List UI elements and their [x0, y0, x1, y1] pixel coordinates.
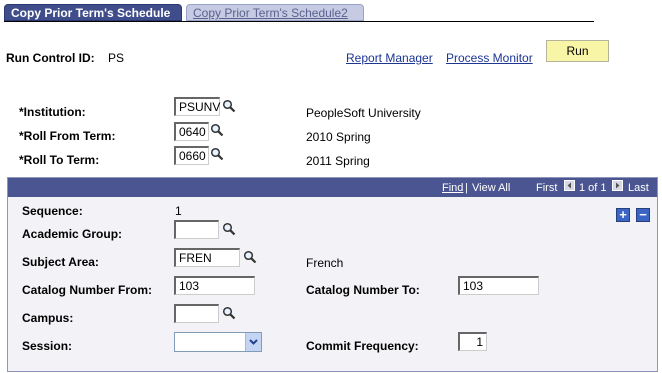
- institution-description: PeopleSoft University: [306, 106, 421, 120]
- catalog-number-from-label: Catalog Number From:: [22, 283, 153, 297]
- subject-area-lookup-icon[interactable]: [243, 250, 257, 264]
- grid-header-bar: [8, 178, 657, 197]
- academic-group-field[interactable]: [174, 220, 219, 239]
- roll-from-term-description: 2010 Spring: [306, 130, 371, 144]
- tab-copy-prior-terms-schedule[interactable]: Copy Prior Term's Schedule: [4, 4, 182, 21]
- grid-previous-arrow-icon[interactable]: [564, 180, 575, 191]
- institution-label: *Institution:: [19, 105, 86, 119]
- grid-last-label: Last: [628, 182, 649, 194]
- catalog-number-to-field[interactable]: 103: [458, 276, 539, 295]
- session-dropdown[interactable]: [174, 332, 262, 352]
- roll-to-term-lookup-icon[interactable]: [210, 147, 224, 161]
- institution-lookup-icon[interactable]: [222, 99, 236, 113]
- campus-field[interactable]: [174, 304, 219, 323]
- session-label: Session:: [22, 339, 73, 353]
- academic-group-lookup-icon[interactable]: [222, 222, 236, 236]
- roll-to-term-label: *Roll To Term:: [19, 153, 100, 167]
- grid-row-count: 1 of 1: [579, 182, 607, 194]
- grid-separator: |: [465, 182, 468, 194]
- roll-to-term-description: 2011 Spring: [306, 154, 370, 168]
- sequence-value: 1: [175, 204, 182, 218]
- sequence-label: Sequence:: [22, 204, 83, 218]
- roll-from-term-lookup-icon[interactable]: [210, 123, 224, 137]
- delete-row-icon[interactable]: −: [636, 208, 650, 222]
- institution-field[interactable]: PSUNV: [174, 97, 220, 116]
- roll-from-term-label: *Roll From Term:: [19, 129, 116, 143]
- tab-underline: [4, 21, 594, 22]
- tab-copy-prior-terms-schedule2[interactable]: Copy Prior Term's Schedule2: [186, 4, 364, 21]
- add-row-icon[interactable]: +: [616, 208, 630, 222]
- subject-area-field[interactable]: FREN: [174, 248, 240, 267]
- subject-area-description: French: [306, 256, 344, 270]
- academic-group-label: Academic Group:: [22, 227, 123, 241]
- catalog-number-from-field[interactable]: 103: [174, 276, 255, 295]
- campus-lookup-icon[interactable]: [222, 306, 236, 320]
- grid-next-arrow-icon[interactable]: [612, 180, 623, 191]
- commit-frequency-field[interactable]: 1: [458, 332, 487, 351]
- campus-label: Campus:: [22, 311, 74, 325]
- catalog-number-to-label: Catalog Number To:: [306, 283, 420, 297]
- commit-frequency-label: Commit Frequency:: [306, 339, 419, 353]
- roll-from-term-field[interactable]: 0640: [174, 122, 209, 141]
- process-monitor-link[interactable]: Process Monitor: [446, 51, 533, 65]
- grid-find-link[interactable]: Find: [442, 182, 463, 194]
- grid-first-label: First: [536, 182, 558, 194]
- grid-view-all[interactable]: View All: [472, 182, 510, 194]
- chevron-down-icon[interactable]: [245, 333, 261, 351]
- roll-to-term-field[interactable]: 0660: [174, 146, 209, 165]
- report-manager-link[interactable]: Report Manager: [346, 51, 433, 65]
- run-control-value: PS: [108, 51, 125, 65]
- run-control-label: Run Control ID:: [6, 51, 95, 65]
- run-button[interactable]: Run: [546, 40, 609, 62]
- subject-area-label: Subject Area:: [22, 255, 99, 269]
